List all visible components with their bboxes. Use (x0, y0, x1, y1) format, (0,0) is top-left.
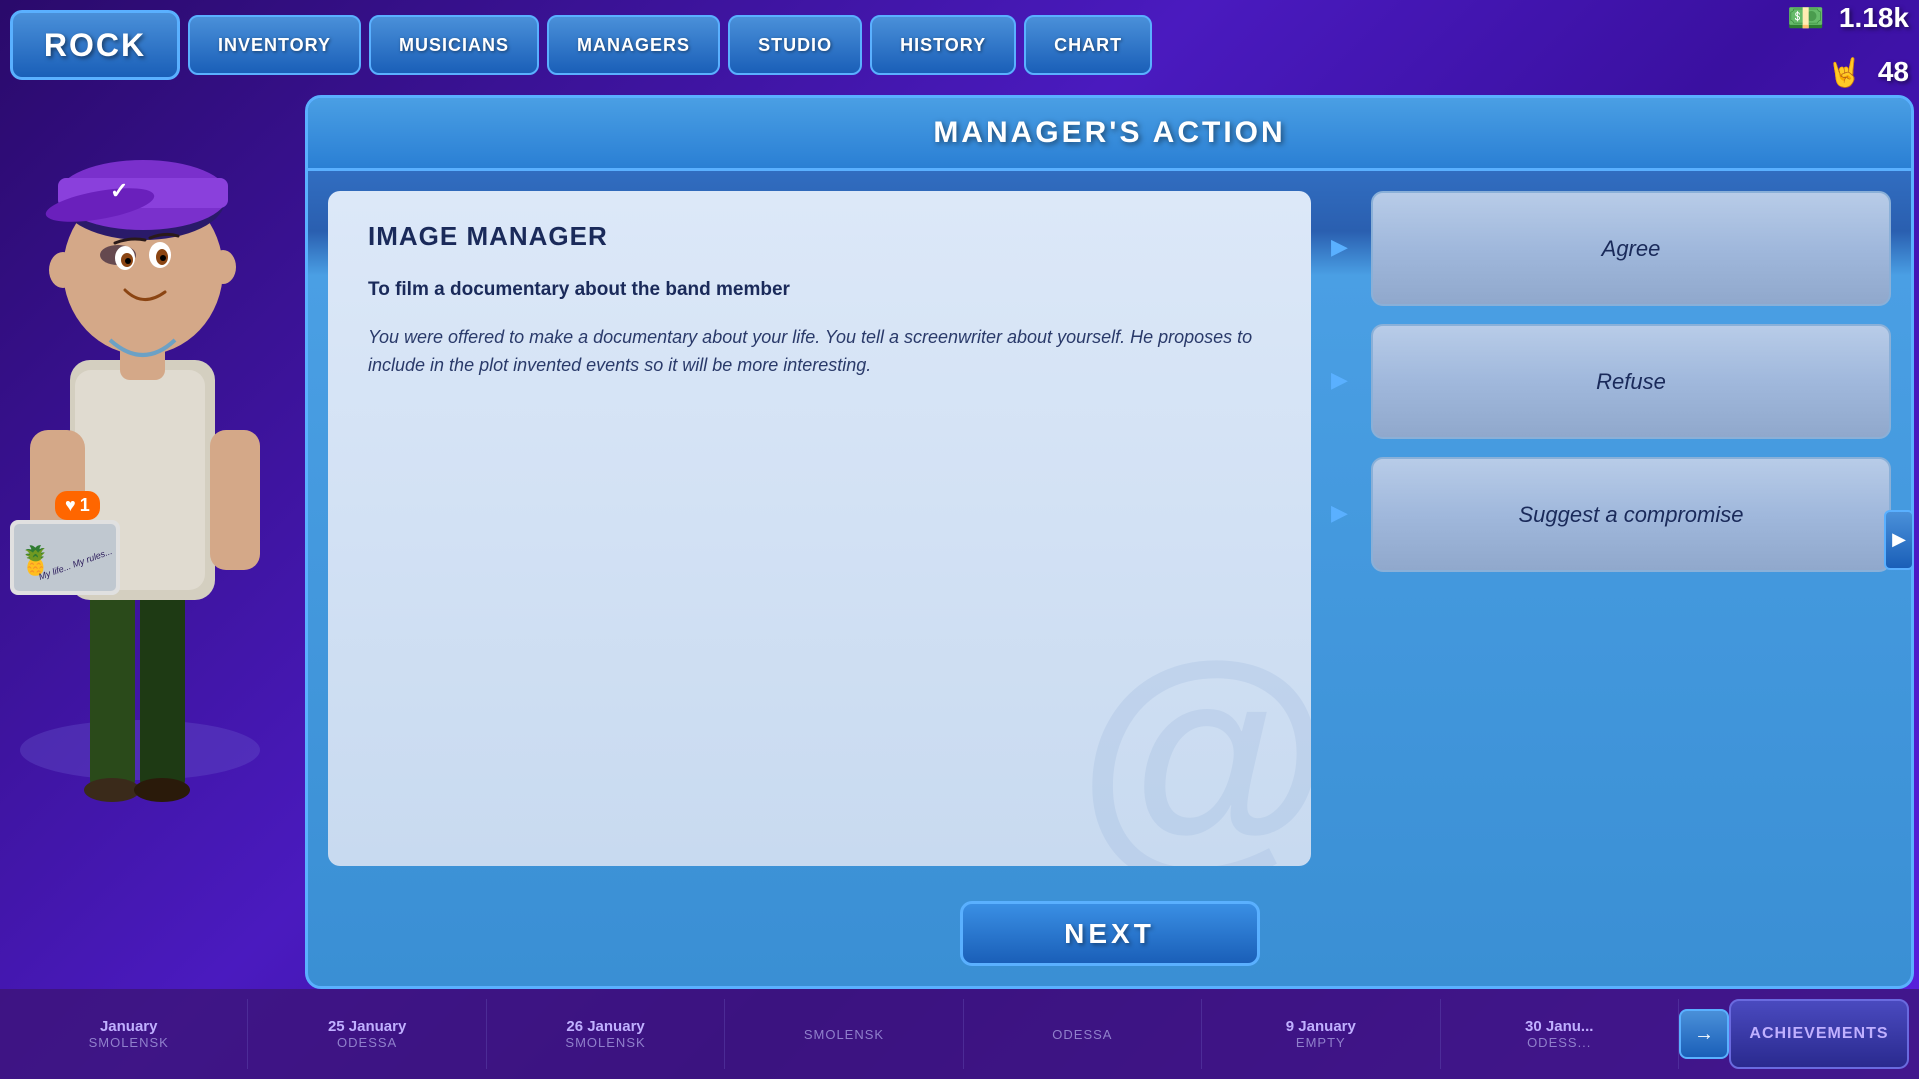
timeline-city-1: ODESSA (337, 1035, 397, 1050)
timeline-city-5: EMPTY (1296, 1035, 1346, 1050)
agree-arrow-icon: ▶ (1331, 234, 1361, 264)
top-navigation: ROCK INVENTORY MUSICIANS MANAGERS STUDIO… (0, 0, 1919, 90)
nav-managers-button[interactable]: MANAGERS (547, 15, 720, 75)
character-area: 🍍 ✓ (0, 0, 280, 820)
nav-history-label: HISTORY (900, 35, 986, 56)
svg-text:✓: ✓ (110, 178, 128, 203)
currency-display: 💵 1.18k 🤘 48 (1781, 0, 1909, 97)
timeline-item-0: January SMOLENSK (10, 999, 248, 1069)
choice-row-agree: ▶ Agree (1331, 191, 1891, 306)
timeline-item-5: 9 January EMPTY (1202, 999, 1440, 1069)
logo-button[interactable]: ROCK (10, 10, 180, 80)
timeline-city-2: SMOLENSK (565, 1035, 645, 1050)
nav-musicians-label: MUSICIANS (399, 35, 509, 56)
content-area: @ IMAGE MANAGER To film a documentary ab… (328, 191, 1311, 866)
logo-text: ROCK (44, 27, 146, 64)
compromise-button[interactable]: Suggest a compromise (1371, 457, 1891, 572)
achievements-label: ACHIEVEMENTS (1749, 1025, 1888, 1043)
money-row: 💵 1.18k (1781, 0, 1909, 43)
nav-musicians-button[interactable]: MUSICIANS (369, 15, 539, 75)
nav-inventory-button[interactable]: INVENTORY (188, 15, 361, 75)
choices-area: ▶ Agree ▶ Refuse ▶ Suggest a compromise (1331, 191, 1891, 866)
money-value: 1.18k (1839, 2, 1909, 34)
notification-badge: ♥ 1 (55, 491, 100, 520)
expand-button[interactable]: ▶ (1884, 510, 1914, 570)
timeline-item-6: 30 Janu... ODESS... (1441, 999, 1679, 1069)
timeline-item-1: 25 January ODESSA (248, 999, 486, 1069)
timeline-city-3: SMOLENSK (804, 1027, 884, 1042)
timeline-next-button[interactable]: → (1679, 1009, 1729, 1059)
timeline-item-2: 26 January SMOLENSK (487, 999, 725, 1069)
next-label: NEXT (1064, 918, 1155, 950)
timeline-date-5: 9 January (1286, 1018, 1356, 1035)
fans-icon: 🤘 (1820, 47, 1870, 97)
nav-studio-button[interactable]: STUDIO (728, 15, 862, 75)
content-subtitle: IMAGE MANAGER (368, 221, 1271, 252)
notif-icon: ♥ (65, 495, 76, 516)
timeline-city-6: ODESS... (1527, 1035, 1591, 1050)
content-bold-text: To film a documentary about the band mem… (368, 276, 1271, 305)
panel-header: MANAGER'S ACTION (308, 98, 1911, 171)
timeline-city-0: SMOLENSK (89, 1035, 169, 1050)
timeline-item-4: ODESSA (964, 999, 1202, 1069)
main-panel: MANAGER'S ACTION @ IMAGE MANAGER To film… (305, 95, 1914, 989)
notif-count: 1 (80, 495, 90, 516)
nav-managers-label: MANAGERS (577, 35, 690, 56)
nav-chart-label: CHART (1054, 35, 1122, 56)
nav-history-button[interactable]: HISTORY (870, 15, 1016, 75)
timeline-bar: January SMOLENSK 25 January ODESSA 26 Ja… (0, 989, 1919, 1079)
fans-row: 🤘 48 (1820, 47, 1909, 97)
refuse-label: Refuse (1596, 369, 1666, 395)
achievements-button[interactable]: ACHIEVEMENTS (1729, 999, 1909, 1069)
money-icon: 💵 (1781, 0, 1831, 43)
timeline-date-1: 25 January (328, 1018, 406, 1035)
fans-value: 48 (1878, 56, 1909, 88)
panel-title: MANAGER'S ACTION (933, 116, 1285, 149)
watermark: @ (1077, 626, 1311, 866)
panel-footer: NEXT (308, 886, 1911, 986)
content-italic-text: You were offered to make a documentary a… (368, 323, 1271, 381)
timeline-date-0: January (100, 1018, 158, 1035)
timeline-city-4: ODESSA (1052, 1027, 1112, 1042)
refuse-button[interactable]: Refuse (1371, 324, 1891, 439)
nav-studio-label: STUDIO (758, 35, 832, 56)
nav-chart-button[interactable]: CHART (1024, 15, 1152, 75)
timeline-date-2: 26 January (566, 1018, 644, 1035)
choice-row-compromise: ▶ Suggest a compromise (1331, 457, 1891, 572)
next-button[interactable]: NEXT (960, 901, 1260, 966)
choice-row-refuse: ▶ Refuse (1331, 324, 1891, 439)
timeline-date-6: 30 Janu... (1525, 1018, 1593, 1035)
refuse-arrow-icon: ▶ (1331, 367, 1361, 397)
timeline-item-3: SMOLENSK (725, 999, 963, 1069)
nav-inventory-label: INVENTORY (218, 35, 331, 56)
compromise-label: Suggest a compromise (1519, 502, 1744, 528)
agree-label: Agree (1602, 236, 1661, 262)
panel-body: @ IMAGE MANAGER To film a documentary ab… (308, 171, 1911, 886)
compromise-arrow-icon: ▶ (1331, 500, 1361, 530)
agree-button[interactable]: Agree (1371, 191, 1891, 306)
